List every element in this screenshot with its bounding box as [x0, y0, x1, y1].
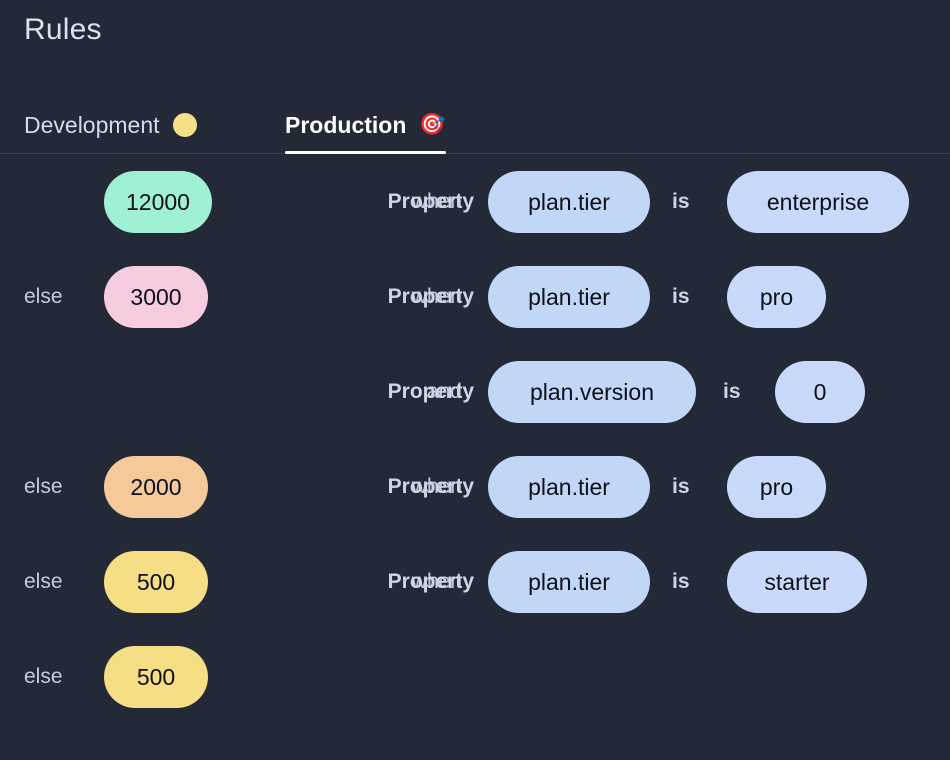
rule-property-pill-wrap: plan.tier [488, 265, 650, 328]
rule-property-pill-wrap: plan.version [488, 360, 696, 423]
rule-value-pill[interactable]: 2000 [104, 455, 208, 518]
rule-value-pill-wrap: 3000 [104, 265, 208, 328]
rule-else-keyword: else [24, 474, 63, 498]
rule-operator-keyword: is [723, 379, 741, 403]
tab-production-label: Production [285, 111, 407, 138]
rule-property-pill-wrap: plan.tier [488, 455, 650, 518]
rule-value-pill-wrap: 500 [104, 550, 208, 613]
page-title: Rules [24, 13, 102, 46]
tab-development[interactable]: Development [24, 96, 197, 153]
tab-development-label: Development [24, 111, 160, 138]
rule-row: else 3000 when Property plan.tier is pro [0, 249, 950, 344]
rule-else-keyword: else [24, 664, 63, 688]
rule-else-keyword: else [24, 284, 63, 308]
rule-row: 12000 when Property plan.tier is enterprise [0, 154, 950, 249]
rule-property-pill[interactable]: plan.tier [488, 265, 650, 328]
rule-match-pill-wrap: enterprise [727, 170, 909, 233]
rules-list: 12000 when Property plan.tier is enterprise el… [0, 154, 950, 724]
rule-property-pill-wrap: plan.tier [488, 170, 650, 233]
rule-row: else 500 when Property plan.tier is starter [0, 534, 950, 629]
rule-property-label: Property [387, 569, 474, 593]
rule-property-pill[interactable]: plan.version [488, 360, 696, 423]
rule-value-pill-wrap: 12000 [104, 170, 212, 233]
rules-panel: Rules Development Production 🎯 12000 when… [0, 0, 950, 760]
rule-operator-keyword: is [672, 569, 690, 593]
rule-row: else 500 [0, 629, 950, 724]
rule-value-pill-wrap: 500 [104, 645, 208, 708]
rule-match-pill[interactable]: enterprise [727, 170, 909, 233]
rule-else-keyword: else [24, 569, 63, 593]
tab-production[interactable]: Production 🎯 [285, 96, 446, 154]
rule-property-pill[interactable]: plan.tier [488, 455, 650, 518]
rule-property-pill-wrap: plan.tier [488, 550, 650, 613]
rule-property-label: Property [387, 379, 474, 403]
rule-match-pill[interactable]: 0 [775, 360, 865, 423]
rule-property-label: Property [387, 474, 474, 498]
rule-match-pill-wrap: pro [727, 265, 826, 328]
rule-operator-keyword: is [672, 474, 690, 498]
rule-match-pill-wrap: starter [727, 550, 867, 613]
rule-value-pill[interactable]: 500 [104, 550, 208, 613]
rule-value-pill[interactable]: 12000 [104, 170, 212, 233]
rule-match-pill[interactable]: pro [727, 455, 826, 518]
dart-target-icon: 🎯 [419, 113, 446, 136]
rule-property-pill[interactable]: plan.tier [488, 170, 650, 233]
rule-value-pill-wrap: 2000 [104, 455, 208, 518]
rule-match-pill[interactable]: pro [727, 265, 826, 328]
rule-row: and Property plan.version is 0 [0, 344, 950, 439]
rule-property-label: Property [387, 189, 474, 213]
rule-row: else 2000 when Property plan.tier is pro [0, 439, 950, 534]
rule-match-pill-wrap: pro [727, 455, 826, 518]
rule-property-pill[interactable]: plan.tier [488, 550, 650, 613]
rule-operator-keyword: is [672, 284, 690, 308]
rule-property-label: Property [387, 284, 474, 308]
rule-match-pill[interactable]: starter [727, 550, 867, 613]
rule-value-pill[interactable]: 500 [104, 645, 208, 708]
tab-bar: Development Production 🎯 [0, 96, 950, 154]
rule-operator-keyword: is [672, 189, 690, 213]
rule-match-pill-wrap: 0 [775, 360, 865, 423]
rule-value-pill[interactable]: 3000 [104, 265, 208, 328]
yellow-circle-icon [172, 112, 197, 137]
